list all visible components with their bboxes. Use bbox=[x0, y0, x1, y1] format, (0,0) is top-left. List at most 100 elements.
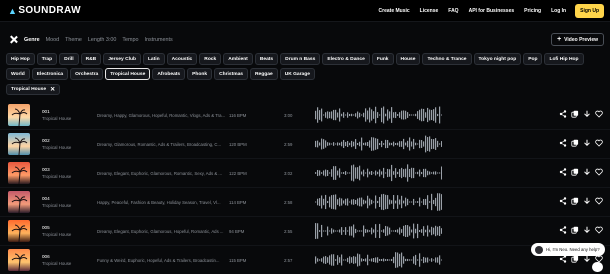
genre-chip[interactable]: Drum n Bass bbox=[280, 53, 321, 65]
track-moods: Dreamy, Glamorous, Romantic, Ads & Trail… bbox=[97, 142, 222, 147]
tab-instruments[interactable]: Instruments bbox=[145, 37, 173, 43]
video-preview-button[interactable]: + Video Preview bbox=[551, 33, 604, 46]
nav-license[interactable]: License bbox=[420, 8, 439, 14]
track-duration: 3:02 bbox=[284, 171, 293, 176]
genre-chip[interactable]: Christmas bbox=[214, 68, 249, 80]
genre-chip[interactable]: Trap bbox=[36, 53, 58, 65]
download-icon[interactable] bbox=[583, 255, 591, 263]
nav-log-in[interactable]: Log In bbox=[551, 8, 566, 14]
waveform[interactable] bbox=[315, 250, 443, 270]
tab-genre[interactable]: Genre bbox=[24, 37, 40, 43]
close-icon[interactable] bbox=[9, 35, 18, 44]
waveform[interactable] bbox=[315, 134, 443, 154]
selected-genre-chip[interactable]: Tropical House ✕ bbox=[6, 84, 61, 95]
download-icon[interactable] bbox=[583, 139, 591, 147]
filter-bar: Genre Mood Theme Length 3:00 Tempo Instr… bbox=[0, 33, 610, 49]
genre-chip[interactable]: Jersey Club bbox=[103, 53, 141, 65]
share-icon[interactable] bbox=[559, 197, 567, 205]
copy-icon[interactable] bbox=[571, 226, 579, 234]
track-thumbnail[interactable] bbox=[8, 162, 30, 184]
track-genre: Tropical House bbox=[42, 174, 72, 179]
chat-bubble[interactable]: Hi, I'm Neo. Need any help? bbox=[531, 243, 605, 256]
tab-tempo[interactable]: Tempo bbox=[122, 37, 138, 43]
waveform[interactable] bbox=[315, 192, 443, 212]
waveform[interactable] bbox=[315, 221, 443, 241]
track-bpm: 120 BPM bbox=[229, 142, 247, 147]
genre-chip[interactable]: World bbox=[6, 68, 30, 80]
genre-chip[interactable]: Tokyo night pop bbox=[473, 53, 522, 65]
genre-chip[interactable]: Reggae bbox=[250, 68, 278, 80]
genre-chip[interactable]: Lofi Hip Hop bbox=[544, 53, 584, 65]
share-icon[interactable] bbox=[559, 255, 567, 263]
track-thumbnail[interactable] bbox=[8, 133, 30, 155]
download-icon[interactable] bbox=[583, 168, 591, 176]
genre-chip[interactable]: Rock bbox=[199, 53, 222, 65]
heart-icon[interactable] bbox=[595, 110, 603, 118]
nav-api-for-businesses[interactable]: API for Businesses bbox=[469, 8, 515, 14]
heart-icon[interactable] bbox=[595, 226, 603, 234]
genre-chip[interactable]: Hip Hop bbox=[6, 53, 35, 65]
genre-chip[interactable]: Pop bbox=[523, 53, 543, 65]
track-duration: 2:58 bbox=[284, 200, 293, 205]
tab-length[interactable]: Length 3:00 bbox=[88, 37, 116, 43]
nav-faq[interactable]: FAQ bbox=[448, 8, 458, 14]
share-icon[interactable] bbox=[559, 168, 567, 176]
nav-create-music[interactable]: Create Music bbox=[379, 8, 410, 14]
track-thumbnail[interactable] bbox=[8, 249, 30, 271]
genre-chip[interactable]: Orchestra bbox=[70, 68, 104, 80]
track-moods: Dreamy, Elegant, Euphoric, Glamorous, Ro… bbox=[97, 171, 222, 176]
track-row[interactable]: 003 Tropical House Dreamy, Elegant, Euphor… bbox=[0, 159, 610, 188]
track-row[interactable]: 004 Tropical House Happy, Peaceful, Fashio… bbox=[0, 188, 610, 217]
genre-chip[interactable]: Funk bbox=[371, 53, 394, 65]
genre-chip[interactable]: House bbox=[395, 53, 421, 65]
genre-chip[interactable]: Phonk bbox=[187, 68, 213, 80]
track-duration: 3:00 bbox=[284, 113, 293, 118]
track-genre: Tropical House bbox=[42, 145, 72, 150]
genre-chip[interactable]: UK Garage bbox=[279, 68, 315, 80]
heart-icon[interactable] bbox=[595, 139, 603, 147]
copy-icon[interactable] bbox=[571, 110, 579, 118]
tab-theme[interactable]: Theme bbox=[65, 37, 82, 43]
track-genre: Tropical House bbox=[42, 232, 72, 237]
waveform[interactable] bbox=[315, 163, 443, 183]
copy-icon[interactable] bbox=[571, 197, 579, 205]
share-icon[interactable] bbox=[559, 110, 567, 118]
genre-chip[interactable]: Electro & Dance bbox=[322, 53, 370, 65]
download-icon[interactable] bbox=[583, 110, 591, 118]
genre-chip[interactable]: Beats bbox=[254, 53, 279, 65]
share-icon[interactable] bbox=[559, 226, 567, 234]
genre-chip[interactable]: Tropical House bbox=[105, 68, 151, 80]
heart-icon[interactable] bbox=[595, 197, 603, 205]
genre-chip[interactable]: Drill bbox=[59, 53, 79, 65]
nav-pricing[interactable]: Pricing bbox=[524, 8, 541, 14]
copy-icon[interactable] bbox=[571, 255, 579, 263]
genre-chip[interactable]: Electronica bbox=[31, 68, 69, 80]
copy-icon[interactable] bbox=[571, 168, 579, 176]
track-row[interactable]: 002 Tropical House Dreamy, Glamorous, Roma… bbox=[0, 130, 610, 159]
copy-icon[interactable] bbox=[571, 139, 579, 147]
tab-mood[interactable]: Mood bbox=[46, 37, 60, 43]
download-icon[interactable] bbox=[583, 197, 591, 205]
genre-chip[interactable]: Acoustic bbox=[166, 53, 198, 65]
genre-chip[interactable]: Latin bbox=[142, 53, 165, 65]
download-icon[interactable] bbox=[583, 226, 591, 234]
chat-launcher-button[interactable] bbox=[592, 262, 603, 272]
heart-icon[interactable] bbox=[595, 168, 603, 176]
waveform[interactable] bbox=[315, 105, 443, 125]
track-row[interactable]: 001 Tropical House Dreamy, Happy, Glamorou… bbox=[0, 101, 610, 130]
genre-chip[interactable]: Afrobeats bbox=[152, 68, 186, 80]
genre-chip[interactable]: Ambient bbox=[223, 53, 253, 65]
genre-chip[interactable]: Techno & Trance bbox=[422, 53, 472, 65]
track-thumbnail[interactable] bbox=[8, 220, 30, 242]
soundraw-logo[interactable]: ▲ SOUNDRAW bbox=[8, 5, 81, 16]
track-row[interactable]: 006 Tropical House Funny & Weird, Euphoric… bbox=[0, 246, 610, 274]
track-row[interactable]: 005 Tropical House Dreamy, Elegant, Euphor… bbox=[0, 217, 610, 246]
remove-filter-icon[interactable]: ✕ bbox=[50, 86, 55, 93]
share-icon[interactable] bbox=[559, 139, 567, 147]
track-thumbnail[interactable] bbox=[8, 104, 30, 126]
track-genre: Tropical House bbox=[42, 116, 72, 121]
track-thumbnail[interactable] bbox=[8, 191, 30, 213]
genre-chip[interactable]: R&B bbox=[80, 53, 102, 65]
track-actions bbox=[555, 168, 603, 176]
sign-up-button[interactable]: Sign Up bbox=[575, 4, 604, 18]
